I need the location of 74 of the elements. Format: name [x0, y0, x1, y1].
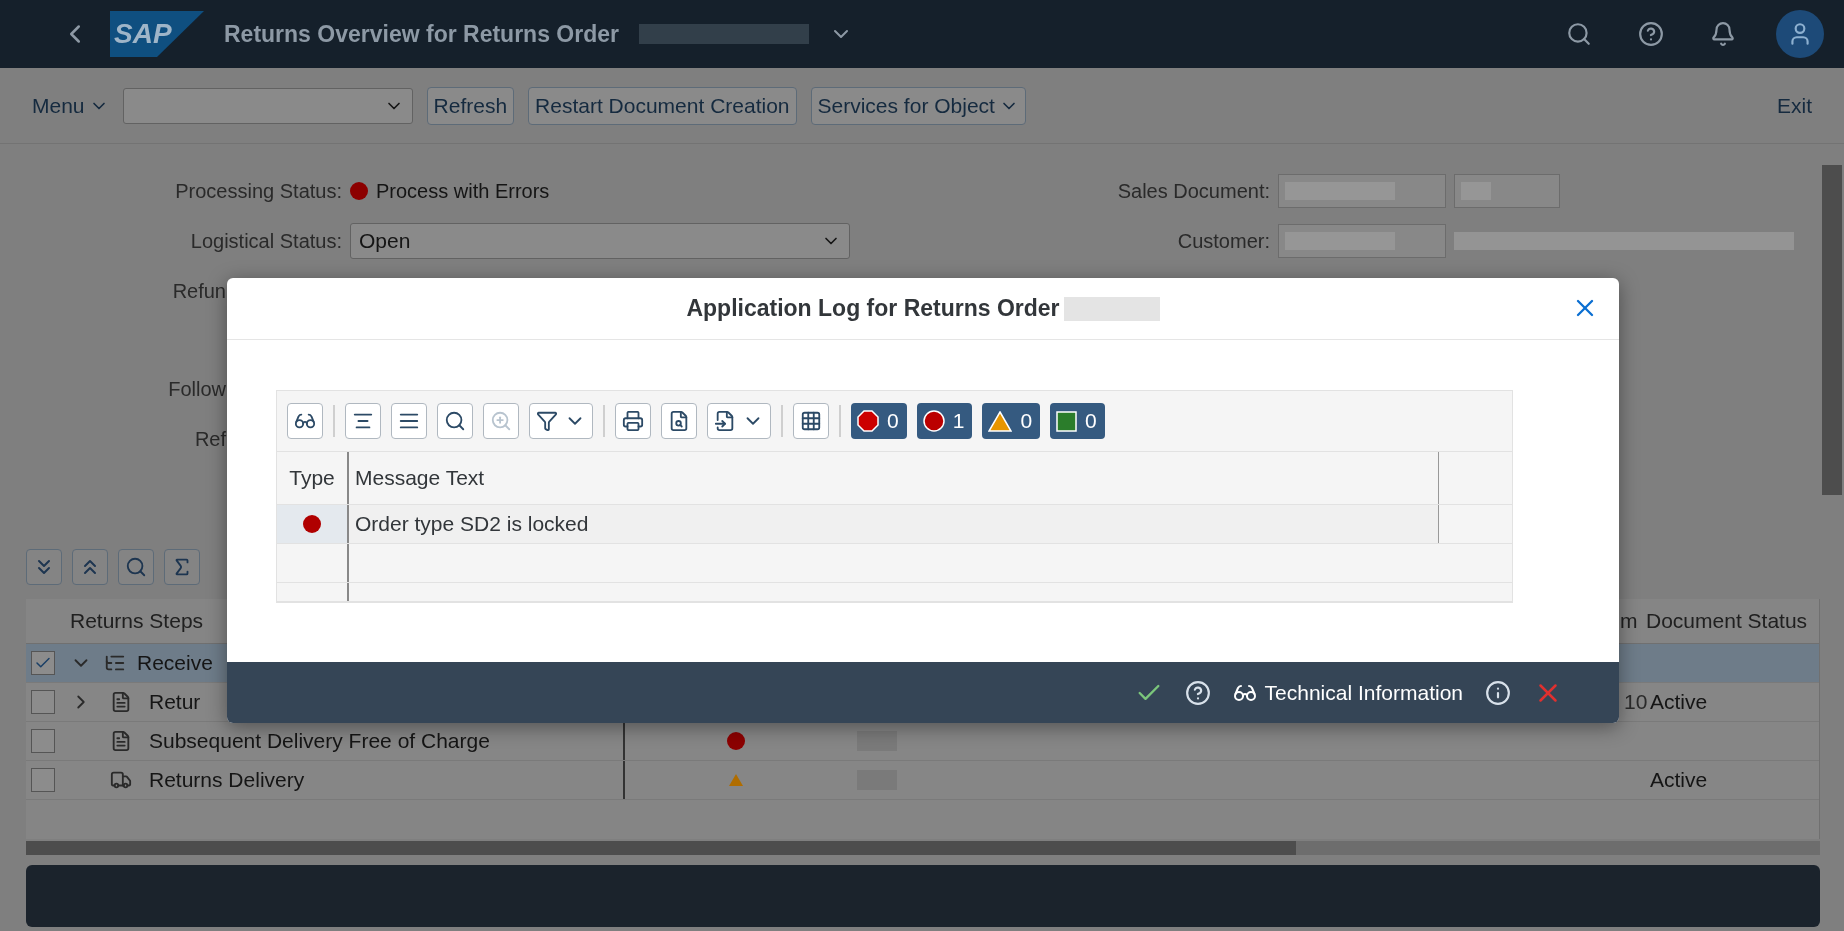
expand-all-button[interactable]: [26, 548, 62, 585]
column-header: Document Status: [1646, 609, 1808, 633]
printer-icon: [622, 410, 644, 432]
column-header: m: [1620, 609, 1638, 632]
vertical-scrollbar[interactable]: [1822, 165, 1842, 495]
search-icon: [444, 410, 466, 432]
menu-button[interactable]: Menu: [32, 93, 109, 118]
field-label: Ref: [194, 427, 226, 451]
toolbar-button[interactable]: Refresh: [426, 86, 515, 125]
toolbar-button[interactable]: Services for Object: [810, 86, 1026, 125]
blurred-text-block: [857, 731, 897, 751]
status-select[interactable]: Open: [350, 223, 850, 259]
table-cell: Active: [1650, 690, 1708, 714]
column-header: Returns Steps: [70, 609, 204, 632]
toolbar-button[interactable]: Restart Document Creation: [528, 86, 797, 125]
table-cell: Active: [1650, 768, 1708, 792]
print-button[interactable]: [615, 403, 651, 439]
column-header: Type: [289, 466, 335, 490]
info-icon[interactable]: [1485, 679, 1511, 706]
message-count-button[interactable]: 0: [851, 403, 907, 439]
status-dot-icon: [350, 182, 368, 200]
sort-descending-button[interactable]: [391, 403, 427, 439]
column-header: Message Text: [355, 466, 485, 490]
window-title: Returns Overview for Returns Order: [224, 20, 619, 48]
table-cell: 10: [1624, 690, 1648, 714]
search-icon[interactable]: [1566, 21, 1592, 47]
filter-icon: [536, 410, 558, 432]
table-row[interactable]: Returns Delivery Active: [26, 761, 1819, 800]
input-field[interactable]: [1278, 224, 1446, 258]
filter-button[interactable]: [529, 403, 593, 439]
row-checkbox[interactable]: [31, 651, 55, 675]
search-icon: [125, 555, 147, 578]
user-avatar[interactable]: [1776, 10, 1824, 58]
status-value: Process with Errors: [376, 179, 550, 203]
exit-button[interactable]: Exit: [1777, 93, 1812, 118]
export-button[interactable]: [707, 403, 771, 439]
message-count-button[interactable]: 0: [1050, 403, 1105, 439]
logo: SAP: [110, 11, 204, 57]
step-name: Retur: [149, 690, 201, 714]
row-checkbox[interactable]: [31, 729, 55, 753]
field-label: Follow: [168, 377, 226, 401]
step-name: Subsequent Delivery Free of Charge: [149, 729, 490, 753]
layout-button[interactable]: [793, 403, 829, 439]
table-row[interactable]: Subsequent Delivery Free of Charge: [26, 722, 1819, 761]
input-field[interactable]: [1454, 174, 1560, 208]
help-icon[interactable]: [1638, 21, 1664, 47]
grid-icon: [800, 410, 822, 432]
sort-ascending-button[interactable]: [345, 403, 381, 439]
input-field[interactable]: [1278, 174, 1446, 208]
bell-icon[interactable]: [1710, 21, 1736, 47]
field-label: Refun: [172, 279, 226, 303]
field-label: Customer:: [1177, 229, 1270, 253]
message-count-button[interactable]: 0: [982, 403, 1041, 439]
field-label: Sales Document:: [1117, 179, 1270, 203]
zoom-in-icon: [490, 410, 512, 432]
sum-button[interactable]: [164, 548, 200, 585]
row-checkbox[interactable]: [31, 768, 55, 792]
details-button[interactable]: [287, 403, 323, 439]
export-icon: [714, 410, 736, 432]
dialog-title: Application Log for Returns Order: [686, 295, 1060, 322]
document-search-icon: [668, 410, 690, 432]
collapse-all-button[interactable]: [72, 548, 108, 585]
search-button[interactable]: [437, 403, 473, 439]
field-label: Processing Status:: [175, 179, 342, 203]
field-label: Logistical Status:: [190, 229, 342, 253]
print-preview-button[interactable]: [661, 403, 697, 439]
step-name: Returns Delivery: [149, 768, 305, 792]
horizontal-scrollbar[interactable]: [26, 841, 1820, 855]
technical-information-button[interactable]: Technical Information: [1232, 680, 1463, 705]
step-name: Receive: [137, 651, 213, 675]
message-text: Order type SD2 is locked: [355, 512, 589, 536]
command-field[interactable]: [122, 87, 413, 124]
message-count-button[interactable]: 1: [916, 403, 973, 439]
row-checkbox[interactable]: [31, 690, 55, 714]
